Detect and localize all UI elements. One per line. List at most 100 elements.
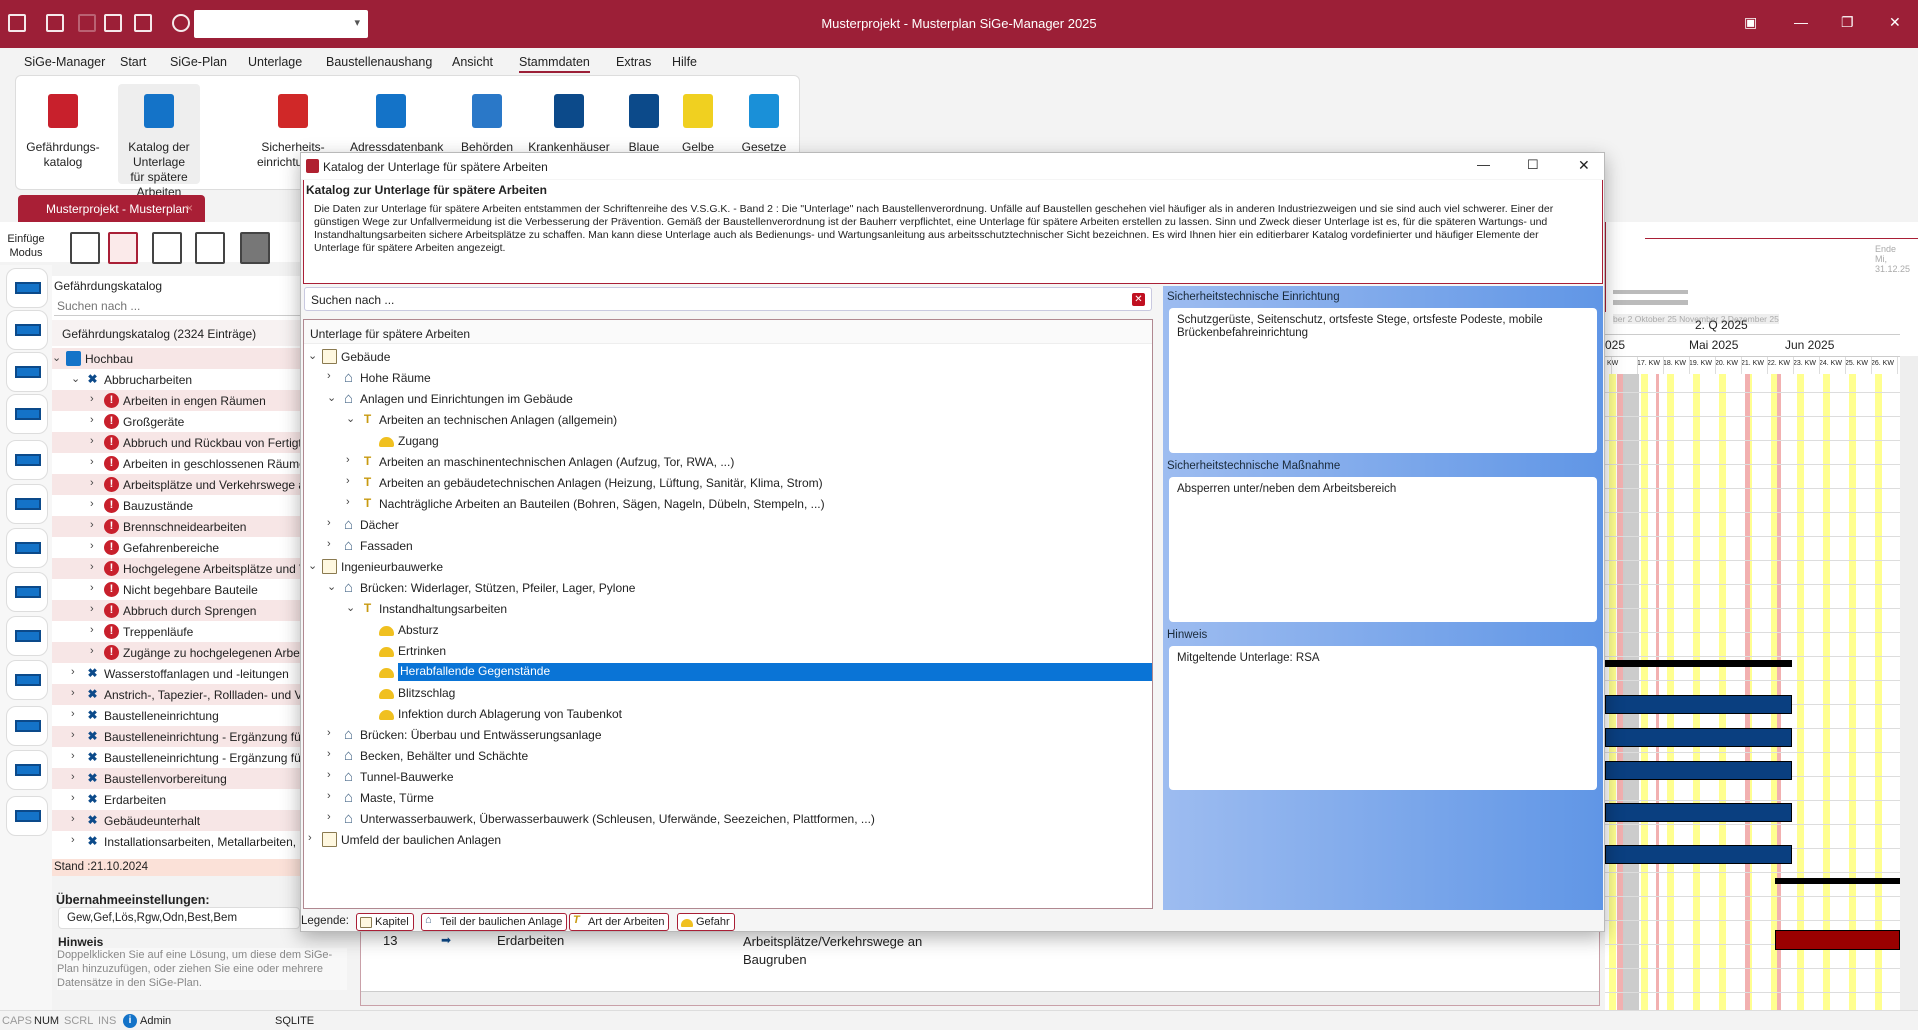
task-bar[interactable] [1605, 803, 1792, 822]
tree-item[interactable]: ⌄ Hochbau [52, 348, 300, 369]
side-tool-button-5[interactable] [6, 484, 48, 524]
tree-item[interactable]: Blitzschlag [304, 682, 1152, 703]
chevron-right-icon[interactable]: › [327, 790, 339, 802]
chevron-right-icon[interactable]: › [90, 435, 102, 447]
ribbon-button-1[interactable]: Katalog der Unterlage für spätere Arbeit… [118, 84, 200, 199]
list-view-icon[interactable] [70, 232, 100, 264]
chevron-right-icon[interactable]: › [90, 582, 102, 594]
catalog-search-input[interactable] [54, 296, 300, 316]
side-tool-button-1[interactable] [6, 310, 48, 350]
chevron-right-icon[interactable]: › [90, 414, 102, 426]
chevron-down-icon[interactable]: ⌄ [327, 391, 339, 404]
tree-item[interactable]: ⌄ T Instandhaltungsarbeiten [304, 598, 1152, 619]
critical-task-bar[interactable] [1775, 930, 1900, 950]
chevron-down-icon[interactable]: ⌄ [308, 559, 320, 572]
chevron-right-icon[interactable]: › [346, 496, 358, 508]
side-tool-button-7[interactable] [6, 572, 48, 612]
tree-item[interactable]: ›! Treppenläufe [52, 621, 300, 642]
law-icon[interactable] [240, 232, 270, 264]
tree-item[interactable]: ›! Abbruch und Rückbau von Fertigte [52, 432, 300, 453]
side-tool-button-9[interactable] [6, 660, 48, 700]
side-tool-button-2[interactable] [6, 352, 48, 392]
chevron-right-icon[interactable]: › [71, 834, 83, 846]
side-tool-button-6[interactable] [6, 528, 48, 568]
menu-stammdaten[interactable]: Stammdaten [519, 55, 590, 73]
tree-item[interactable]: ›! Großgeräte [52, 411, 300, 432]
tree-item[interactable]: ›! Nicht begehbare Bauteile [52, 579, 300, 600]
tree-item[interactable]: Ertrinken [304, 640, 1152, 661]
chevron-down-icon[interactable]: ⌄ [346, 412, 358, 425]
tree-item[interactable]: › ✖ Anstrich-, Tapezier-, Rollladen- und V… [52, 684, 300, 705]
tree-item[interactable]: › ⌂ Unterwasserbauwerk, Überwasserbauwerk … [304, 808, 1152, 829]
chevron-right-icon[interactable]: › [90, 561, 102, 573]
massnahme-field[interactable]: Absperren unter/neben dem Arbeitsbereich [1169, 477, 1597, 622]
tree-item[interactable]: Infektion durch Ablagerung von Taubenkot [304, 703, 1152, 724]
chevron-right-icon[interactable]: › [327, 727, 339, 739]
tree-item[interactable]: › ⌂ Hohe Räume [304, 367, 1152, 388]
tree-item[interactable]: › T Arbeiten an maschinentechnischen Anlag… [304, 451, 1152, 472]
minimize-button[interactable]: — [1794, 14, 1808, 30]
chevron-right-icon[interactable]: › [327, 538, 339, 550]
side-tool-button-3[interactable] [6, 394, 48, 434]
chevron-down-icon[interactable]: ⌄ [346, 601, 358, 614]
chevron-right-icon[interactable]: › [71, 792, 83, 804]
chevron-right-icon[interactable]: › [346, 454, 358, 466]
chevron-right-icon[interactable]: › [71, 813, 83, 825]
chevron-right-icon[interactable]: › [71, 687, 83, 699]
tree-item[interactable]: › T Arbeiten an gebäudetechnischen Anlagen… [304, 472, 1152, 493]
tree-item[interactable]: ›! Arbeitsplätze und Verkehrswege a [52, 474, 300, 495]
dialog-search-input[interactable]: Suchen nach ... ✕ [304, 287, 1152, 311]
tree-item[interactable]: › ⌂ Dächer [304, 514, 1152, 535]
tree-item[interactable]: ›! Bauzustände [52, 495, 300, 516]
hazard-catalog-icon[interactable] [108, 232, 138, 264]
tree-item[interactable]: ⌄ T Arbeiten an technischen Anlagen (allge… [304, 409, 1152, 430]
chevron-right-icon[interactable]: › [327, 370, 339, 382]
tree-item[interactable]: ⌄ ⌂ Brücken: Widerlager, Stützen, Pfeiler,… [304, 577, 1152, 598]
tree-item[interactable]: › ✖ Wasserstoffanlagen und -leitungen [52, 663, 300, 684]
chevron-down-icon[interactable]: ⌄ [327, 580, 339, 593]
tree-item[interactable]: ›! Brennschneidearbeiten [52, 516, 300, 537]
side-tool-button-11[interactable] [6, 750, 48, 790]
chevron-right-icon[interactable]: › [90, 393, 102, 405]
menu-ansicht[interactable]: Ansicht [452, 55, 493, 69]
task-bar[interactable] [1605, 845, 1792, 864]
tree-item[interactable]: › ✖ Installationsarbeiten, Metallarbeiten,… [52, 831, 300, 852]
restore-layout-icon[interactable]: ▣ [1744, 14, 1757, 31]
transfer-settings-input[interactable]: Gew,Gef,Lös,Rgw,Odn,Best,Bem [58, 907, 300, 929]
close-button[interactable]: ✕ [1889, 14, 1901, 31]
chevron-down-icon[interactable]: ⌄ [71, 372, 83, 385]
chevron-right-icon[interactable]: › [90, 624, 102, 636]
chevron-down-icon[interactable]: ⌄ [52, 351, 64, 364]
chevron-right-icon[interactable]: › [90, 498, 102, 510]
hazard-tree[interactable]: ⌄ Hochbau ⌄ ✖ Abbrucharbeiten ›! Arbeiten in e… [52, 348, 300, 858]
ribbon-button-0[interactable]: Gefährdungs- katalog [22, 84, 104, 184]
tree-item[interactable]: › ⌂ Fassaden [304, 535, 1152, 556]
chevron-right-icon[interactable]: › [71, 729, 83, 741]
tree-item[interactable]: Absturz [304, 619, 1152, 640]
close-button[interactable]: ✕ [1578, 157, 1590, 174]
task-bar[interactable] [1605, 761, 1792, 780]
chevron-right-icon[interactable]: › [327, 748, 339, 760]
tree-item[interactable]: › ✖ Baustelleneinrichtung - Ergänzung für [52, 747, 300, 768]
menu-sige-manager[interactable]: SiGe-Manager [24, 55, 105, 69]
document-tab[interactable]: Musterprojekt - Musterplan × [18, 195, 205, 222]
close-tab-icon[interactable]: × [186, 201, 193, 215]
tree-item[interactable]: ⌄ ✖ Abbrucharbeiten [52, 369, 300, 390]
tree-item[interactable]: › ✖ Baustelleneinrichtung - Ergänzung für [52, 726, 300, 747]
chevron-right-icon[interactable]: › [90, 540, 102, 552]
side-tool-button-0[interactable] [6, 268, 48, 308]
tree-item[interactable]: Herabfallende Gegenstände [304, 661, 1152, 682]
clear-search-icon[interactable]: ✕ [1132, 293, 1145, 306]
summary-bar[interactable] [1775, 878, 1900, 884]
chevron-right-icon[interactable]: › [90, 456, 102, 468]
maximize-button[interactable]: ☐ [1527, 157, 1539, 173]
side-tool-button-12[interactable] [6, 796, 48, 836]
menu-baustellenaushang[interactable]: Baustellenaushang [326, 55, 432, 69]
tree-item[interactable]: › ⌂ Becken, Behälter und Schächte [304, 745, 1152, 766]
side-tool-button-4[interactable] [6, 440, 48, 480]
task-bar[interactable] [1605, 695, 1792, 714]
menu-extras[interactable]: Extras [616, 55, 651, 69]
tree-item[interactable]: ›! Zugänge zu hochgelegenen Arbeit [52, 642, 300, 663]
chevron-right-icon[interactable]: › [90, 477, 102, 489]
chevron-right-icon[interactable]: › [327, 517, 339, 529]
